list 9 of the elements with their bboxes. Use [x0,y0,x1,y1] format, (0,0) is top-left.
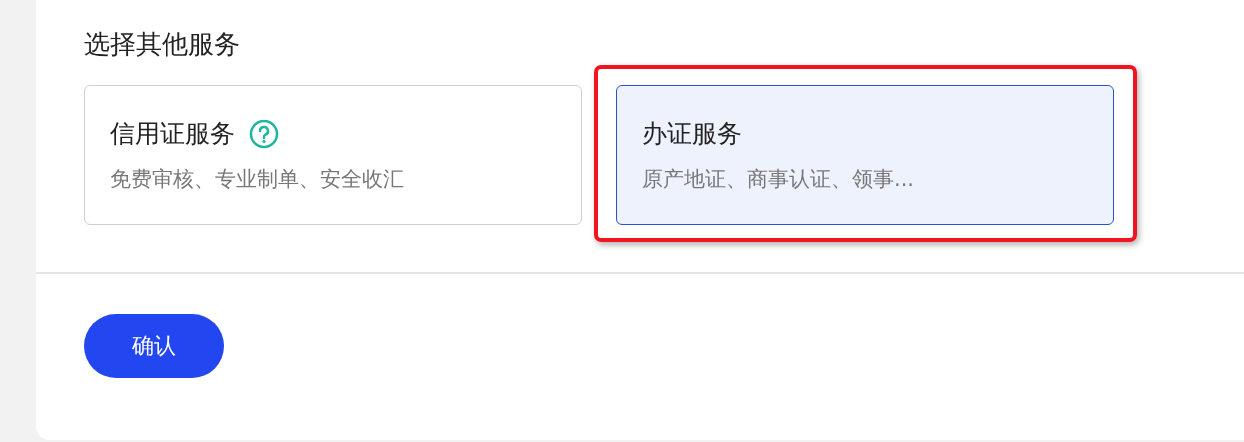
service-description: 免费审核、专业制单、安全收汇 [110,166,404,193]
confirm-button[interactable]: 确认 [84,314,224,378]
section-title: 选择其他服务 [84,28,241,61]
help-icon[interactable] [249,119,279,149]
service-description: 原产地证、商事认证、领事... [642,166,915,193]
service-title: 办证服务 [642,118,742,150]
service-option[interactable]: 办证服务 原产地证、商事认证、领事... [616,85,1114,225]
service-option[interactable]: 信用证服务 免费审核、专业制单、安全收汇 [84,85,582,225]
service-title: 信用证服务 [110,118,235,150]
